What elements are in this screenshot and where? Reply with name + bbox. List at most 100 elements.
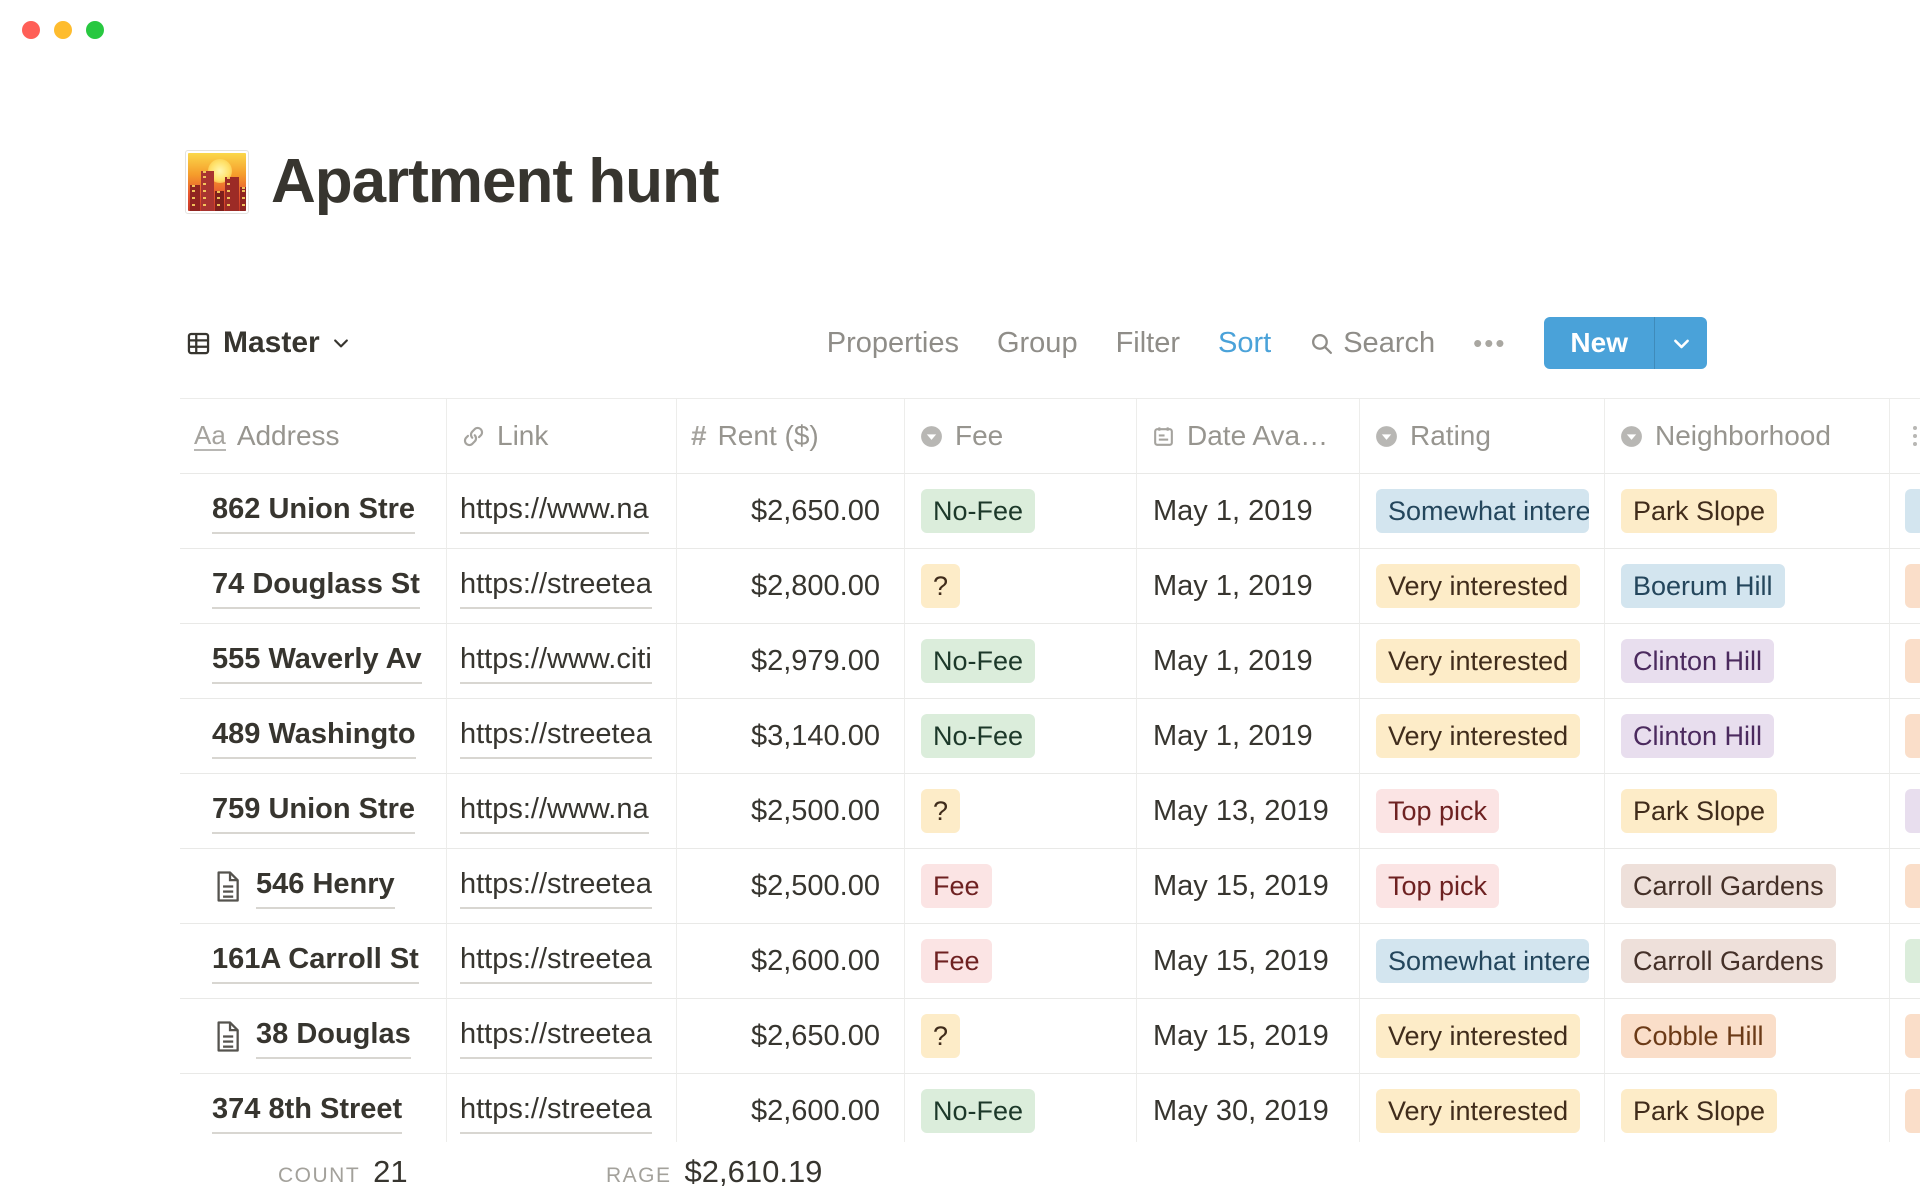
rating-tag[interactable]: Somewhat interested [1376, 489, 1589, 533]
address-cell[interactable]: 546 Henry [180, 849, 447, 924]
address-cell[interactable]: 161A Carroll St [180, 924, 447, 999]
fee-tag[interactable]: No-Fee [921, 1089, 1035, 1133]
fee-cell[interactable]: Fee [905, 924, 1137, 999]
clipped-column-cell[interactable] [1890, 699, 1920, 774]
clipped-column-cell[interactable] [1890, 774, 1920, 849]
rent-cell[interactable]: $2,650.00 [677, 999, 905, 1074]
clipped-column-cell[interactable] [1890, 849, 1920, 924]
group-button[interactable]: Group [997, 327, 1078, 360]
link-cell[interactable]: https://www.na [447, 474, 677, 549]
count-calculation[interactable]: COUNT 21 [278, 1154, 408, 1190]
address-cell[interactable]: 489 Washingto [180, 699, 447, 774]
link-cell[interactable]: https://streetea [447, 1074, 677, 1142]
page-icon[interactable] [185, 150, 249, 214]
clipped-column-cell[interactable] [1890, 474, 1920, 549]
neighborhood-tag[interactable]: Carroll Gardens [1621, 864, 1836, 908]
address-cell[interactable]: 555 Waverly Av [180, 624, 447, 699]
neighborhood-cell[interactable]: Clinton Hill [1605, 624, 1890, 699]
address-cell[interactable]: 38 Douglas [180, 999, 447, 1074]
link-cell[interactable]: https://www.na [447, 774, 677, 849]
search-button[interactable]: Search [1309, 327, 1435, 360]
rating-tag[interactable]: Very interested [1376, 639, 1580, 683]
more-options-button[interactable]: ••• [1473, 328, 1506, 359]
properties-button[interactable]: Properties [827, 327, 959, 360]
neighborhood-tag[interactable]: Clinton Hill [1621, 714, 1774, 758]
link-cell[interactable]: https://streetea [447, 849, 677, 924]
neighborhood-tag[interactable]: Park Slope [1621, 1089, 1777, 1133]
rent-cell[interactable]: $2,600.00 [677, 1074, 905, 1142]
fee-cell[interactable]: Fee [905, 849, 1137, 924]
date-available-cell[interactable]: May 15, 2019 [1137, 849, 1360, 924]
fee-tag[interactable]: Fee [921, 939, 992, 983]
rating-cell[interactable]: Top pick [1360, 774, 1605, 849]
neighborhood-tag[interactable]: Boerum Hill [1621, 564, 1785, 608]
fee-tag[interactable]: ? [921, 564, 960, 608]
new-button[interactable]: New [1544, 317, 1654, 369]
fee-tag[interactable]: No-Fee [921, 489, 1035, 533]
page-title[interactable]: Apartment hunt [271, 146, 719, 217]
column-header-link[interactable]: Link [447, 399, 677, 474]
neighborhood-cell[interactable]: Park Slope [1605, 1074, 1890, 1142]
clipped-column-cell[interactable] [1890, 999, 1920, 1074]
rent-cell[interactable]: $2,979.00 [677, 624, 905, 699]
clipped-column-cell[interactable] [1890, 1074, 1920, 1142]
link-cell[interactable]: https://streetea [447, 999, 677, 1074]
date-available-cell[interactable]: May 1, 2019 [1137, 624, 1360, 699]
rating-cell[interactable]: Somewhat interested [1360, 924, 1605, 999]
fee-cell[interactable]: ? [905, 999, 1137, 1074]
link-cell[interactable]: https://streetea [447, 699, 677, 774]
rent-cell[interactable]: $2,650.00 [677, 474, 905, 549]
neighborhood-tag[interactable]: Carroll Gardens [1621, 939, 1836, 983]
rating-tag[interactable]: Top pick [1376, 789, 1499, 833]
minimize-window-button[interactable] [54, 21, 72, 39]
clipped-column-cell[interactable] [1890, 624, 1920, 699]
neighborhood-cell[interactable]: Boerum Hill [1605, 549, 1890, 624]
sort-button[interactable]: Sort [1218, 327, 1271, 360]
rating-cell[interactable]: Top pick [1360, 849, 1605, 924]
rent-cell[interactable]: $2,800.00 [677, 549, 905, 624]
rating-tag[interactable]: Top pick [1376, 864, 1499, 908]
rating-tag[interactable]: Somewhat interested [1376, 939, 1589, 983]
rating-cell[interactable]: Very interested [1360, 999, 1605, 1074]
column-header-rent[interactable]: #Rent ($) [677, 399, 905, 474]
neighborhood-cell[interactable]: Carroll Gardens [1605, 924, 1890, 999]
rating-cell[interactable]: Very interested [1360, 624, 1605, 699]
date-available-cell[interactable]: May 1, 2019 [1137, 549, 1360, 624]
rating-tag[interactable]: Very interested [1376, 1014, 1580, 1058]
date-available-cell[interactable]: May 30, 2019 [1137, 1074, 1360, 1142]
date-available-cell[interactable]: May 1, 2019 [1137, 699, 1360, 774]
neighborhood-cell[interactable]: Cobble Hill [1605, 999, 1890, 1074]
rating-tag[interactable]: Very interested [1376, 564, 1580, 608]
fee-cell[interactable]: ? [905, 549, 1137, 624]
rating-cell[interactable]: Somewhat interested [1360, 474, 1605, 549]
neighborhood-cell[interactable]: Park Slope [1605, 474, 1890, 549]
link-cell[interactable]: https://streetea [447, 549, 677, 624]
neighborhood-tag[interactable]: Clinton Hill [1621, 639, 1774, 683]
address-cell[interactable]: 862 Union Stre [180, 474, 447, 549]
view-switcher[interactable]: Master [185, 326, 351, 360]
fee-cell[interactable]: No-Fee [905, 699, 1137, 774]
fee-cell[interactable]: No-Fee [905, 624, 1137, 699]
column-header-neighborhood[interactable]: Neighborhood [1605, 399, 1890, 474]
link-cell[interactable]: https://www.citi [447, 624, 677, 699]
column-header-date[interactable]: Date Ava… [1137, 399, 1360, 474]
column-header-rating[interactable]: Rating [1360, 399, 1605, 474]
neighborhood-cell[interactable]: Clinton Hill [1605, 699, 1890, 774]
neighborhood-cell[interactable]: Park Slope [1605, 774, 1890, 849]
fee-cell[interactable]: ? [905, 774, 1137, 849]
rent-cell[interactable]: $2,500.00 [677, 849, 905, 924]
clipped-column-cell[interactable] [1890, 924, 1920, 999]
clipped-column-cell[interactable] [1890, 549, 1920, 624]
column-header-fee[interactable]: Fee [905, 399, 1137, 474]
address-cell[interactable]: 759 Union Stre [180, 774, 447, 849]
fee-tag[interactable]: Fee [921, 864, 992, 908]
fee-cell[interactable]: No-Fee [905, 474, 1137, 549]
rating-tag[interactable]: Very interested [1376, 714, 1580, 758]
rating-cell[interactable]: Very interested [1360, 699, 1605, 774]
date-available-cell[interactable]: May 15, 2019 [1137, 999, 1360, 1074]
fee-tag[interactable]: ? [921, 1014, 960, 1058]
rent-cell[interactable]: $2,500.00 [677, 774, 905, 849]
date-available-cell[interactable]: May 15, 2019 [1137, 924, 1360, 999]
column-header-address[interactable]: AaAddress [180, 399, 447, 474]
rent-cell[interactable]: $2,600.00 [677, 924, 905, 999]
